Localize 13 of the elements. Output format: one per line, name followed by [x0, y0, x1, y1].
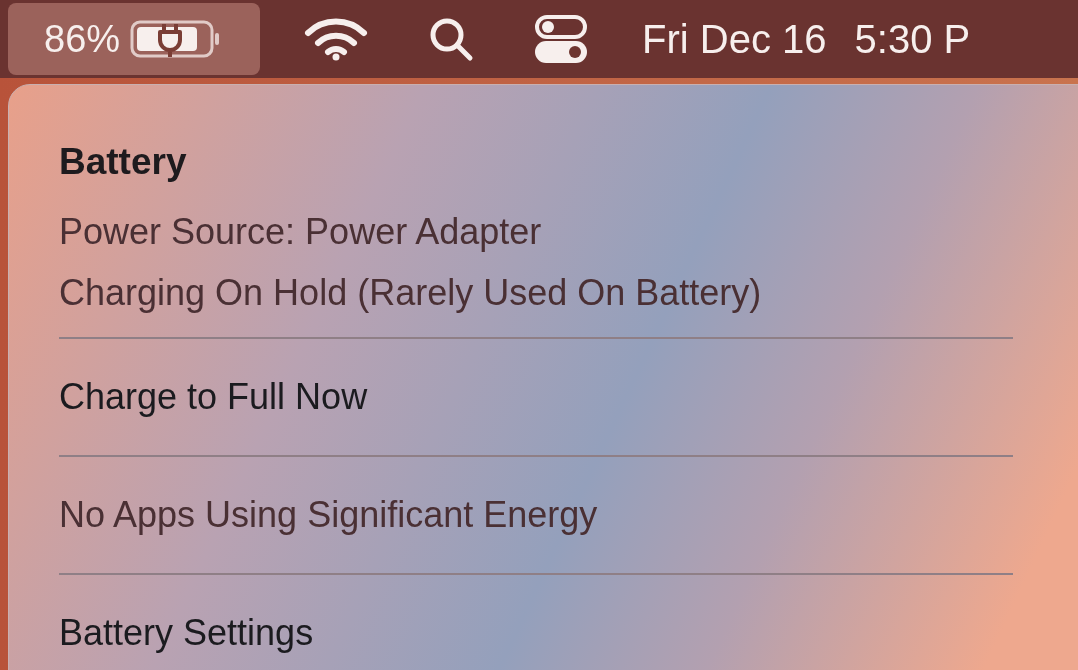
menu-bar-time[interactable]: 5:30 P — [854, 9, 971, 69]
battery-percentage: 86% — [44, 16, 121, 62]
menu-info-text: Power Source: Power Adapter — [59, 210, 543, 254]
menu-info-text: Charging On Hold (Rarely Used On Battery) — [59, 271, 763, 315]
menu-bar-date[interactable]: Fri Dec 16 — [642, 9, 827, 69]
battery-status-item[interactable]: 86% — [8, 3, 261, 75]
menu-item[interactable]: Battery Settings — [59, 589, 1013, 670]
toggle-switches-icon — [534, 14, 589, 64]
menu-title: Battery — [59, 140, 188, 184]
wifi-icon — [304, 17, 369, 61]
menu-item[interactable]: Charge to Full Now — [59, 353, 1013, 441]
menu-info-text: No Apps Using Significant Energy — [59, 493, 599, 537]
search-icon — [428, 16, 475, 62]
